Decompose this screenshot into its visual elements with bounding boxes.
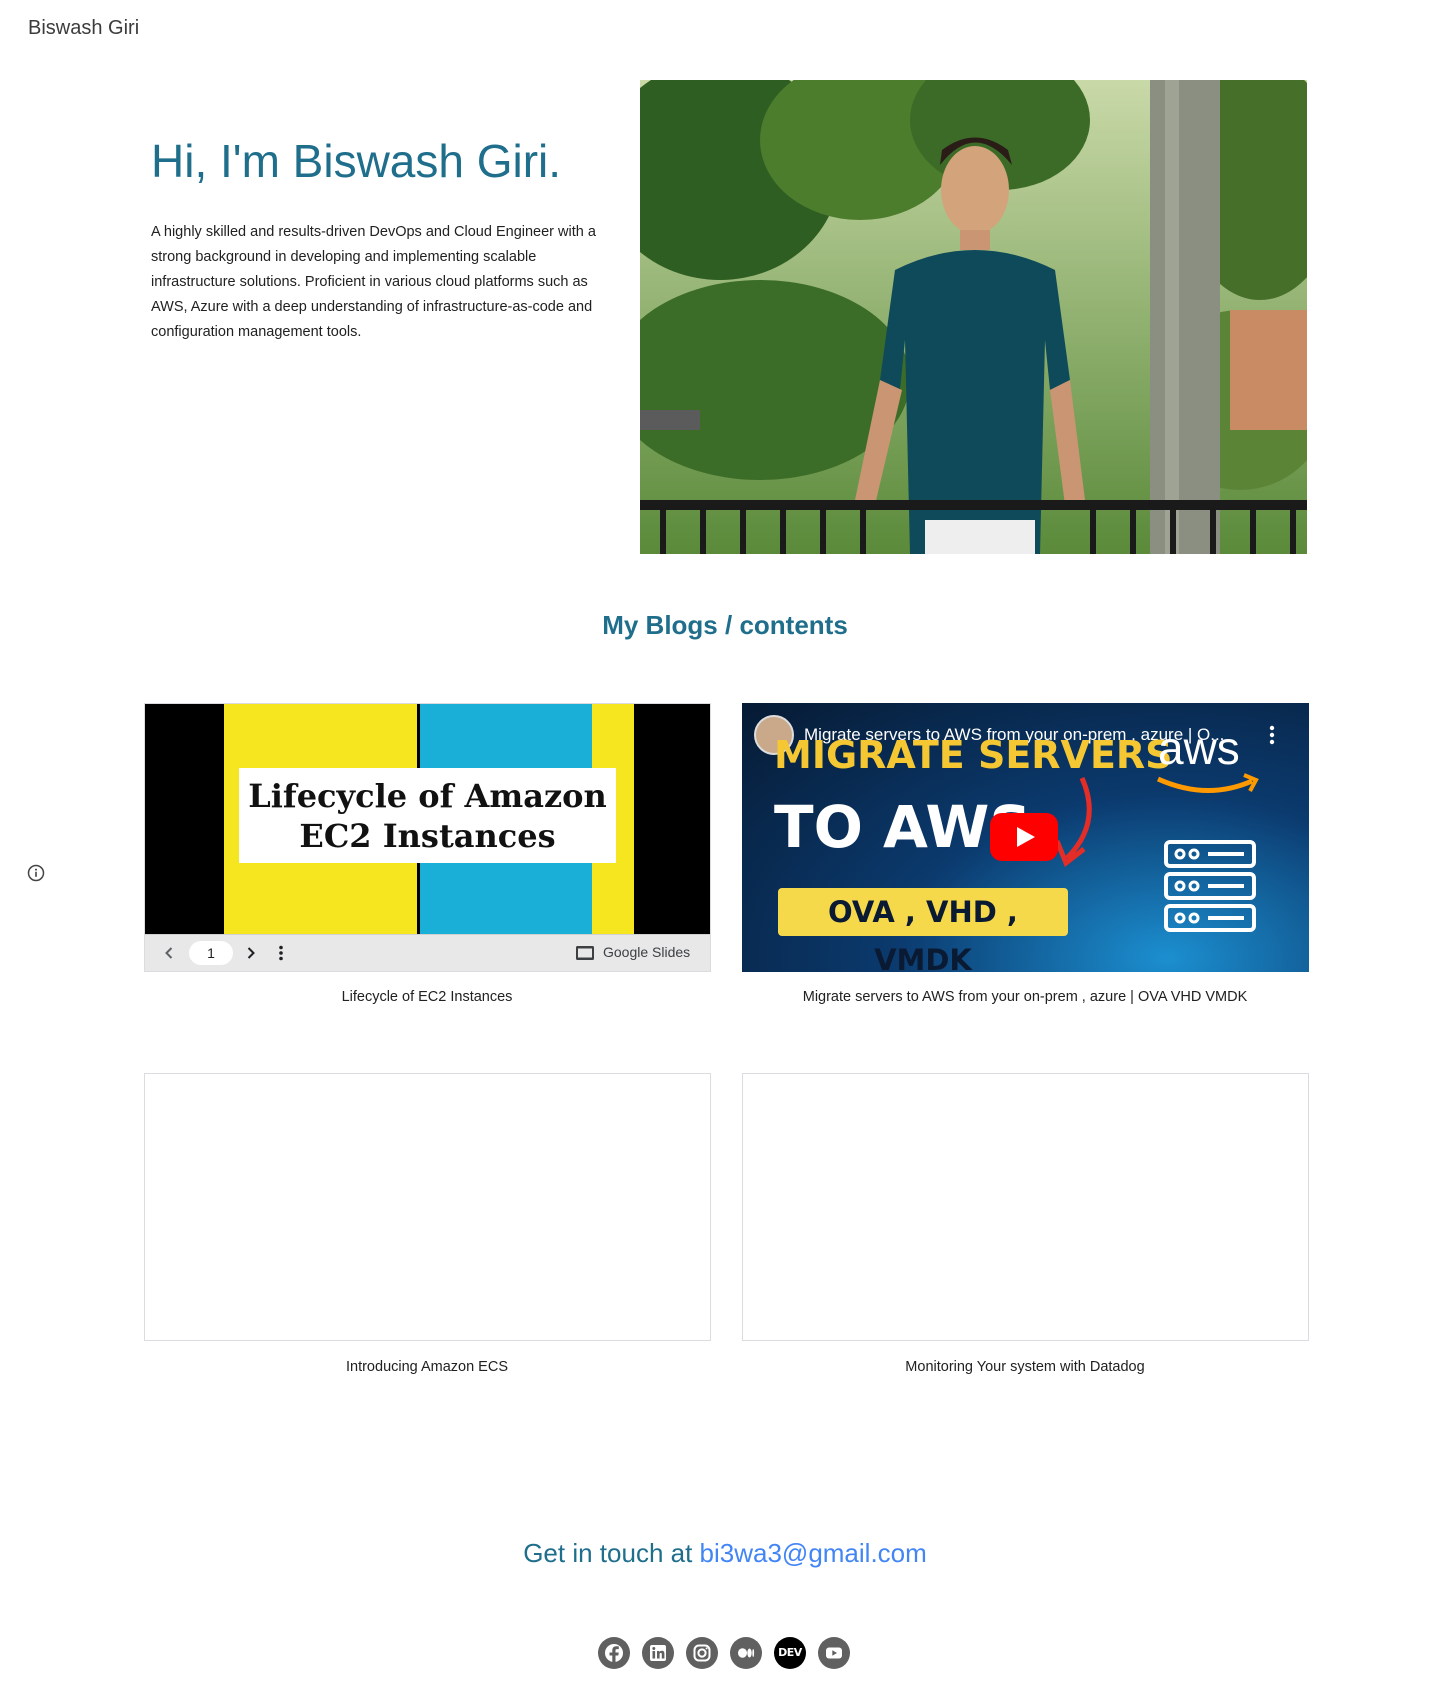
- more-vert-icon[interactable]: [271, 943, 291, 963]
- thumb-headline-1: MIGRATE SERVERS: [774, 733, 1173, 777]
- site-title[interactable]: Biswash Giri: [28, 17, 139, 40]
- blog-embed-placeholder[interactable]: [144, 1073, 711, 1341]
- linkedin-icon[interactable]: [642, 1637, 674, 1669]
- medium-icon[interactable]: [730, 1637, 762, 1669]
- contact-line: Get in touch at bi3wa3@gmail.com: [0, 1538, 1440, 1569]
- slide-canvas: Lifecycle of Amazon EC2 Instances: [145, 704, 710, 935]
- google-slides-icon: [576, 946, 594, 960]
- dev-icon[interactable]: DEV: [774, 1637, 806, 1669]
- server-icon: [1164, 840, 1256, 932]
- social-links: DEV: [598, 1637, 850, 1669]
- hero-description: A highly skilled and results-driven DevO…: [151, 224, 596, 340]
- slide-title-box: Lifecycle of Amazon EC2 Instances: [239, 768, 616, 863]
- slide-title-line2: EC2 Instances: [299, 817, 556, 855]
- youtube-embed[interactable]: Migrate servers to AWS from your on-prem…: [742, 703, 1309, 972]
- chevron-right-icon[interactable]: [241, 943, 261, 963]
- more-vert-icon[interactable]: [1262, 723, 1282, 747]
- blogs-section-title: My Blogs / contents: [602, 610, 848, 640]
- play-icon: [1017, 827, 1035, 847]
- slide-page-number[interactable]: 1: [189, 941, 233, 965]
- aws-logo-text: aws: [1158, 722, 1240, 774]
- chevron-left-icon[interactable]: [159, 943, 179, 963]
- blog-embed-placeholder[interactable]: [742, 1073, 1309, 1341]
- slides-toolbar: 1 Google Slides: [145, 934, 710, 971]
- slides-embed[interactable]: Lifecycle of Amazon EC2 Instances 1 Goog…: [144, 703, 711, 972]
- aws-smile-icon: [1156, 773, 1259, 793]
- blog-caption: Monitoring Your system with Datadog: [905, 1359, 1145, 1375]
- hero-heading: Hi, I'm Biswash Giri.: [151, 135, 562, 187]
- slide-title-line1: Lifecycle of Amazon: [248, 777, 607, 815]
- aws-logo: aws: [1152, 721, 1262, 793]
- dev-icon-label: DEV: [778, 1646, 802, 1659]
- thumb-badge: OVA , VHD , VMDK: [778, 888, 1068, 972]
- instagram-icon[interactable]: [686, 1637, 718, 1669]
- slides-provider-label[interactable]: Google Slides: [603, 944, 690, 960]
- profile-photo: [640, 80, 1307, 554]
- info-icon[interactable]: [27, 864, 45, 882]
- contact-prefix: Get in touch at: [523, 1538, 700, 1568]
- blog-caption: Introducing Amazon ECS: [345, 1359, 508, 1375]
- play-button[interactable]: [990, 813, 1058, 861]
- youtube-icon[interactable]: [818, 1637, 850, 1669]
- facebook-icon[interactable]: [598, 1637, 630, 1669]
- contact-email-link[interactable]: bi3wa3@gmail.com: [700, 1538, 927, 1568]
- blog-caption: Migrate servers to AWS from your on-prem…: [802, 989, 1248, 1005]
- blog-caption: Lifecycle of EC2 Instances: [341, 989, 513, 1005]
